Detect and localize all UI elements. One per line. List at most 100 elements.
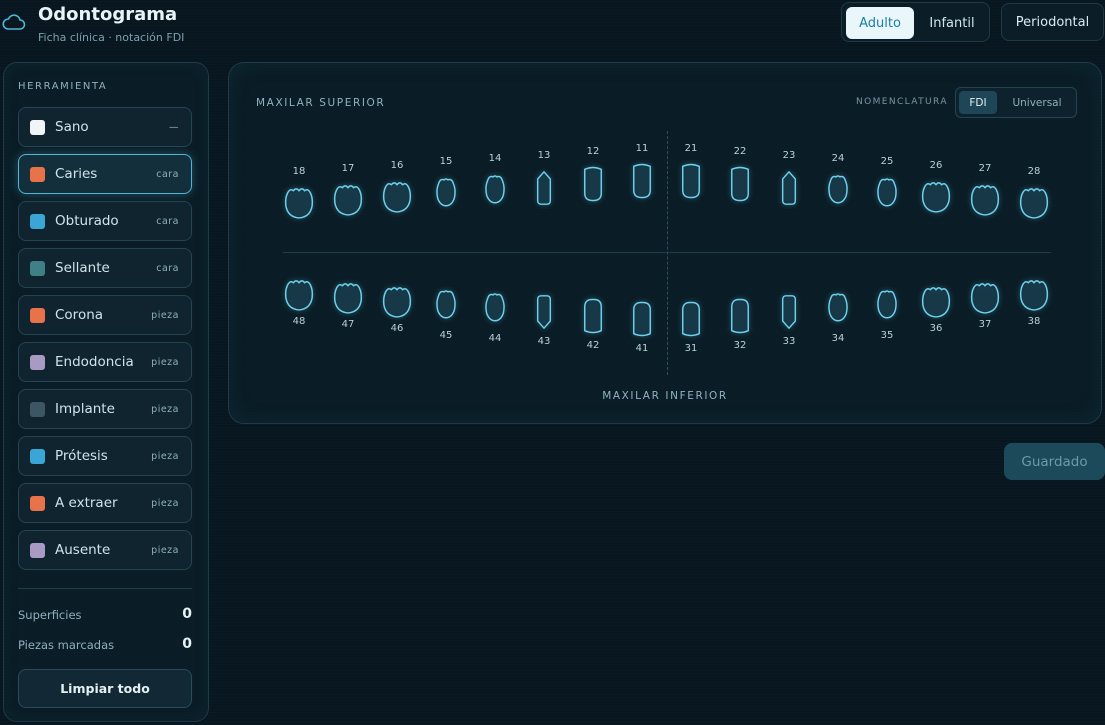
tooth-number: 12 xyxy=(586,146,600,158)
tooth-16[interactable] xyxy=(382,178,412,214)
tooth-45[interactable] xyxy=(434,286,458,320)
tooth-number: 22 xyxy=(733,146,747,158)
tooth-33[interactable] xyxy=(780,292,798,332)
marked-teeth-count: 0 xyxy=(182,636,192,652)
color-swatch xyxy=(30,401,45,417)
tooth-22[interactable] xyxy=(729,164,751,204)
tooth-number: 17 xyxy=(341,162,355,174)
page-subtitle: Ficha clínica · notación FDI xyxy=(38,31,185,44)
tooth-28[interactable] xyxy=(1019,184,1049,220)
tooth-25[interactable] xyxy=(875,174,899,208)
adult-button[interactable]: Adulto xyxy=(846,7,914,39)
tooth-36[interactable] xyxy=(921,283,951,319)
fdi-button[interactable]: FDI xyxy=(959,91,997,114)
child-button[interactable]: Infantil xyxy=(918,7,986,39)
upper-jaw-label: MAXILAR SUPERIOR xyxy=(256,97,386,109)
tooth-number: 43 xyxy=(537,336,551,348)
tool-label: Prótesis xyxy=(55,448,108,464)
universal-button[interactable]: Universal xyxy=(1001,91,1073,114)
save-button[interactable]: Guardado xyxy=(1004,443,1105,480)
tool-scope-tag: cara xyxy=(156,215,179,227)
color-swatch xyxy=(30,354,45,370)
tooth-number: 23 xyxy=(782,149,796,161)
tool-ausente[interactable]: Ausente pieza xyxy=(18,530,192,570)
tooth-number: 15 xyxy=(439,156,453,168)
tooth-34[interactable] xyxy=(826,289,850,323)
tooth-26[interactable] xyxy=(921,178,951,214)
tooth-15[interactable] xyxy=(434,174,458,208)
sidebar-divider xyxy=(18,588,192,589)
tooth-48[interactable] xyxy=(284,276,314,312)
color-swatch xyxy=(30,542,45,558)
tool-a-extraer[interactable]: A extraer pieza xyxy=(18,483,192,523)
color-swatch xyxy=(30,307,45,323)
tool-implante[interactable]: Implante pieza xyxy=(18,389,192,429)
tooth-number: 44 xyxy=(488,333,502,345)
tooth-31[interactable] xyxy=(680,299,702,339)
tooth-32[interactable] xyxy=(729,296,751,336)
tooth-number: 34 xyxy=(831,333,845,345)
tooth-43[interactable] xyxy=(535,292,553,332)
tool-scope-tag: pieza xyxy=(151,356,179,368)
tooth-24[interactable] xyxy=(826,171,850,205)
tooth-18[interactable] xyxy=(284,184,314,220)
tool-label: A extraer xyxy=(55,495,118,511)
tool-obturado[interactable]: Obturado cara xyxy=(18,201,192,241)
tooth-number: 33 xyxy=(782,336,796,348)
tooth-number: 36 xyxy=(929,322,943,334)
tool-scope-tag: pieza xyxy=(151,309,179,321)
cloud-logo-icon xyxy=(2,14,26,30)
tooth-number: 11 xyxy=(635,143,649,154)
tooth-47[interactable] xyxy=(333,279,363,315)
tooth-number: 26 xyxy=(929,159,943,171)
tooth-number: 38 xyxy=(1027,315,1041,327)
tool-protesis[interactable]: Prótesis pieza xyxy=(18,436,192,476)
tool-scope-tag: pieza xyxy=(151,450,179,462)
tooth-number: 24 xyxy=(831,152,845,164)
tooth-number: 21 xyxy=(684,143,698,154)
tooth-27[interactable] xyxy=(970,181,1000,217)
tooth-23[interactable] xyxy=(780,168,798,208)
tooth-37[interactable] xyxy=(970,279,1000,315)
tooth-11[interactable] xyxy=(631,161,653,201)
odontogram-panel: MAXILAR SUPERIOR NOMENCLATURA FDI Univer… xyxy=(228,62,1102,424)
clear-all-button[interactable]: Limpiar todo xyxy=(18,669,192,708)
tooth-number: 14 xyxy=(488,152,502,164)
tooth-35[interactable] xyxy=(875,286,899,320)
tooth-number: 48 xyxy=(292,315,306,327)
tool-scope-tag: cara xyxy=(156,168,179,180)
tooth-12[interactable] xyxy=(582,164,604,204)
color-swatch xyxy=(30,260,45,276)
tooth-number: 18 xyxy=(292,166,306,178)
tool-corona[interactable]: Corona pieza xyxy=(18,295,192,335)
tooth-number: 35 xyxy=(880,329,894,341)
tool-label: Ausente xyxy=(55,542,111,558)
tool-heading: HERRAMIENTA xyxy=(18,81,108,92)
tooth-41[interactable] xyxy=(631,299,653,339)
tool-scope-tag: cara xyxy=(156,262,179,274)
tooth-44[interactable] xyxy=(483,289,507,323)
tooth-38[interactable] xyxy=(1019,276,1049,312)
tool-scope-tag: — xyxy=(169,121,179,133)
tooth-13[interactable] xyxy=(535,168,553,208)
tool-sellante[interactable]: Sellante cara xyxy=(18,248,192,288)
tool-sano[interactable]: Sano — xyxy=(18,107,192,147)
tooth-21[interactable] xyxy=(680,161,702,201)
tooth-number: 46 xyxy=(390,322,404,334)
color-swatch xyxy=(30,166,45,182)
periodontal-button[interactable]: Periodontal xyxy=(1001,3,1104,41)
tool-label: Sellante xyxy=(55,260,110,276)
tooth-17[interactable] xyxy=(333,181,363,217)
tooth-46[interactable] xyxy=(382,283,412,319)
tool-endodoncia[interactable]: Endodoncia pieza xyxy=(18,342,192,382)
arch-divider xyxy=(283,252,1051,253)
tooth-14[interactable] xyxy=(483,171,507,205)
color-swatch xyxy=(30,448,45,464)
tooth-number: 13 xyxy=(537,149,551,161)
page-title: Odontograma xyxy=(38,4,178,25)
tool-caries[interactable]: Caries cara xyxy=(18,154,192,194)
tooth-number: 16 xyxy=(390,159,404,171)
tooth-number: 28 xyxy=(1027,166,1041,178)
tooth-42[interactable] xyxy=(582,296,604,336)
tool-label: Obturado xyxy=(55,213,119,229)
